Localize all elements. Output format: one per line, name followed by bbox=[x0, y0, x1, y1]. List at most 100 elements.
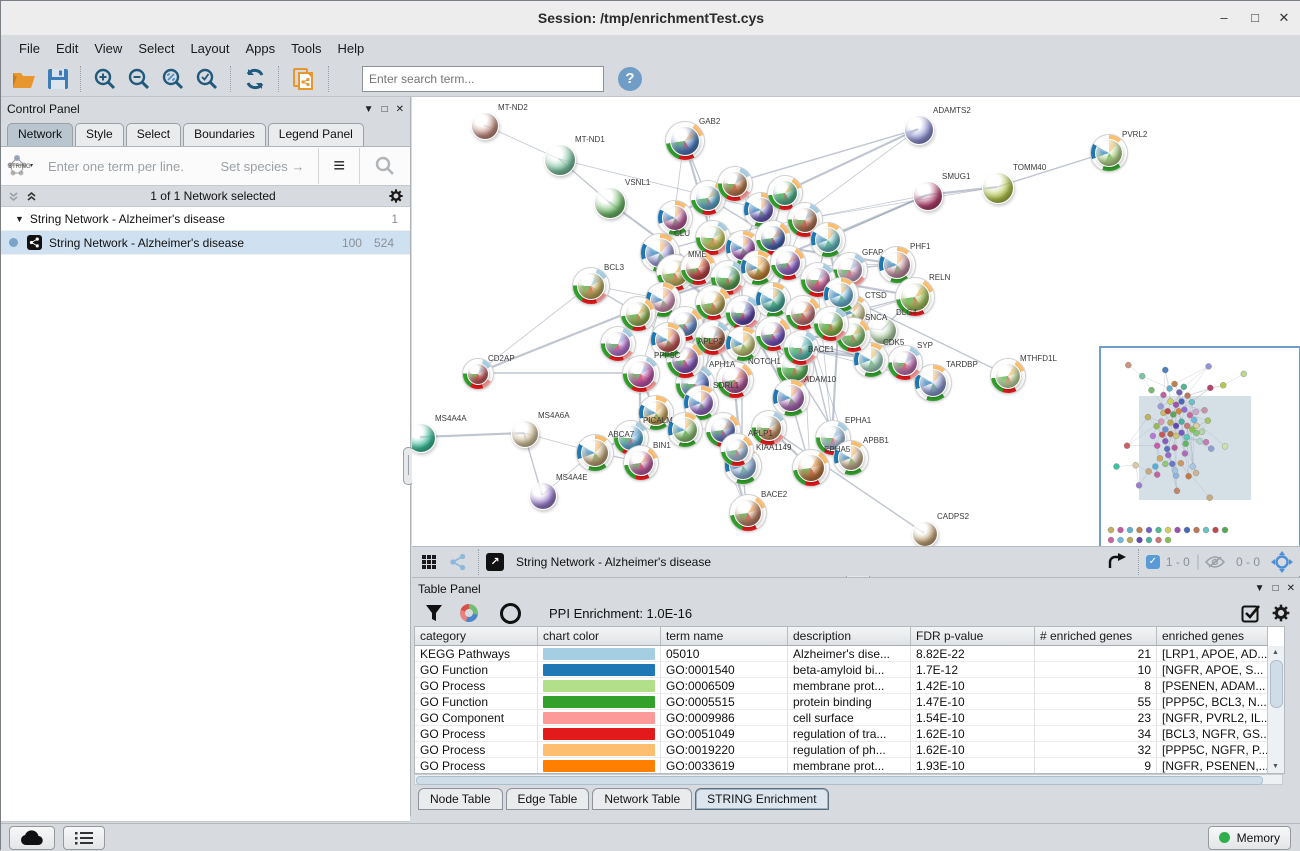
selected-nodes-checkbox-icon[interactable]: ✓ bbox=[1146, 555, 1160, 569]
protein-node[interactable] bbox=[700, 225, 726, 251]
protein-node-vsnl1[interactable] bbox=[594, 187, 626, 219]
help-icon[interactable]: ? bbox=[618, 67, 642, 91]
protein-node[interactable] bbox=[760, 321, 786, 347]
tab-boundaries[interactable]: Boundaries bbox=[183, 123, 266, 146]
column-header-category[interactable]: category bbox=[415, 627, 538, 646]
protein-node[interactable] bbox=[672, 417, 698, 443]
menu-apps[interactable]: Apps bbox=[238, 38, 284, 59]
minimize-button[interactable]: – bbox=[1209, 1, 1239, 35]
share-network-icon[interactable] bbox=[449, 553, 467, 571]
column-header-term-name[interactable]: term name bbox=[661, 627, 788, 646]
collapse-all-icon[interactable] bbox=[7, 190, 20, 203]
tab-edge-table[interactable]: Edge Table bbox=[506, 788, 590, 810]
menu-layout[interactable]: Layout bbox=[182, 38, 237, 59]
protein-node-gab2[interactable] bbox=[670, 126, 700, 156]
protein-node[interactable] bbox=[828, 282, 854, 308]
menu-tools[interactable]: Tools bbox=[283, 38, 329, 59]
select-terms-checkbox-icon[interactable] bbox=[1241, 603, 1261, 623]
column-header-enriched-genes[interactable]: # enriched genes bbox=[1035, 627, 1157, 646]
protein-node-ms4a4e[interactable] bbox=[529, 482, 557, 510]
zoom-out-icon[interactable] bbox=[127, 67, 151, 91]
table-row[interactable]: GO ComponentGO:0009986cell surface1.54E-… bbox=[415, 710, 1284, 726]
scrollbar-thumb[interactable] bbox=[1270, 660, 1283, 708]
protein-node-ppp5c[interactable] bbox=[627, 360, 655, 388]
protein-node-aplp1[interactable] bbox=[725, 438, 749, 462]
protein-node-mthfd1l[interactable] bbox=[995, 363, 1021, 389]
detach-view-icon[interactable]: ↗ bbox=[486, 553, 504, 571]
birdseye-toggle-icon[interactable] bbox=[1271, 551, 1293, 573]
tree-expand-icon[interactable]: ▼ bbox=[15, 214, 24, 224]
protein-node[interactable] bbox=[605, 331, 631, 357]
scroll-up-icon[interactable]: ▲ bbox=[1268, 646, 1283, 659]
tab-node-table[interactable]: Node Table bbox=[418, 788, 503, 810]
hidden-eye-icon[interactable] bbox=[1205, 555, 1225, 569]
scrollbar-thumb[interactable] bbox=[416, 776, 1263, 785]
protein-node-cd2ap[interactable] bbox=[467, 363, 489, 385]
protein-node[interactable] bbox=[818, 311, 844, 337]
string-options-icon[interactable]: ≡ bbox=[319, 155, 359, 178]
enrichment-table[interactable]: categorychart colorterm namedescriptionF… bbox=[414, 626, 1285, 774]
protein-node[interactable] bbox=[730, 300, 756, 326]
cloud-button[interactable] bbox=[9, 826, 55, 850]
column-header-description[interactable]: description bbox=[788, 627, 911, 646]
network-tree-row[interactable]: ▼String Network - Alzheimer's disease1 bbox=[1, 207, 410, 231]
protein-node-adam10[interactable] bbox=[777, 384, 805, 412]
table-row[interactable]: KEGG Pathways05010Alzheimer's dise...8.8… bbox=[415, 646, 1284, 662]
filter-icon[interactable] bbox=[425, 604, 443, 622]
protein-node-cadps2[interactable] bbox=[912, 521, 938, 546]
search-input[interactable] bbox=[362, 66, 604, 92]
menu-help[interactable]: Help bbox=[330, 38, 373, 59]
table-row[interactable]: GO ProcessGO:0033619membrane prot...1.93… bbox=[415, 758, 1284, 774]
protein-node[interactable] bbox=[655, 327, 681, 353]
zoom-selected-icon[interactable] bbox=[195, 67, 219, 91]
protein-node-abca7[interactable] bbox=[581, 439, 609, 467]
column-header-enriched-genes[interactable]: enriched genes bbox=[1157, 627, 1268, 646]
panel-float-icon[interactable]: □ bbox=[382, 104, 388, 115]
protein-node[interactable] bbox=[775, 250, 801, 276]
task-list-button[interactable] bbox=[63, 826, 105, 850]
protein-node[interactable] bbox=[745, 255, 771, 281]
tab-legend-panel[interactable]: Legend Panel bbox=[268, 123, 364, 146]
string-logo-icon[interactable]: STRING bbox=[5, 153, 35, 179]
expand-all-icon[interactable] bbox=[25, 190, 38, 203]
vertical-scrollbar[interactable]: ▲ ▼ bbox=[1267, 646, 1284, 773]
tab-network[interactable]: Network bbox=[7, 123, 73, 146]
network-canvas[interactable]: MT-ND2MT-ND1VSNL1GAB2ADAMTS2PVRL2TOMM40S… bbox=[412, 97, 1300, 546]
ring-chart-icon[interactable] bbox=[500, 603, 521, 624]
protein-node-mt-nd2[interactable] bbox=[471, 112, 499, 140]
tab-select[interactable]: Select bbox=[126, 123, 181, 146]
horizontal-scrollbar[interactable] bbox=[414, 774, 1283, 785]
network-options-gear-icon[interactable] bbox=[388, 188, 404, 204]
panel-close-icon[interactable]: ✕ bbox=[1287, 583, 1295, 594]
protein-node-epha5[interactable] bbox=[797, 454, 825, 482]
table-row[interactable]: GO FunctionGO:0005515protein binding1.47… bbox=[415, 694, 1284, 710]
string-search-icon[interactable] bbox=[365, 156, 405, 176]
maximize-button[interactable]: □ bbox=[1240, 1, 1270, 35]
tab-network-table[interactable]: Network Table bbox=[592, 788, 692, 810]
protein-node-tomm40[interactable] bbox=[982, 172, 1014, 204]
close-button[interactable]: ✕ bbox=[1269, 1, 1299, 35]
protein-node-pvrl2[interactable] bbox=[1095, 139, 1123, 167]
protein-node[interactable] bbox=[760, 287, 786, 313]
protein-node-bcl3[interactable] bbox=[577, 272, 605, 300]
table-row[interactable]: GO ProcessGO:0019220regulation of ph...1… bbox=[415, 742, 1284, 758]
protein-node-cdk5[interactable] bbox=[858, 347, 884, 373]
protein-node[interactable] bbox=[625, 301, 651, 327]
menu-view[interactable]: View bbox=[86, 38, 130, 59]
zoom-fit-icon[interactable] bbox=[161, 67, 185, 91]
memory-button[interactable]: Memory bbox=[1208, 826, 1291, 850]
panel-close-icon[interactable]: ✕ bbox=[396, 104, 404, 115]
protein-node-mt-nd1[interactable] bbox=[544, 144, 576, 176]
protein-node-syp[interactable] bbox=[892, 350, 918, 376]
protein-node[interactable] bbox=[772, 180, 798, 206]
protein-node-bace2[interactable] bbox=[734, 499, 762, 527]
tab-style[interactable]: Style bbox=[75, 123, 124, 146]
protein-node-tardbp[interactable] bbox=[919, 369, 947, 397]
column-header-chart-color[interactable]: chart color bbox=[538, 627, 661, 646]
protein-node-phf1[interactable] bbox=[883, 251, 911, 279]
chart-icon[interactable] bbox=[460, 604, 478, 622]
scroll-down-icon[interactable]: ▼ bbox=[1268, 760, 1283, 773]
menu-file[interactable]: File bbox=[11, 38, 48, 59]
tab-string-enrichment[interactable]: STRING Enrichment bbox=[695, 788, 828, 810]
save-session-icon[interactable] bbox=[47, 68, 69, 90]
